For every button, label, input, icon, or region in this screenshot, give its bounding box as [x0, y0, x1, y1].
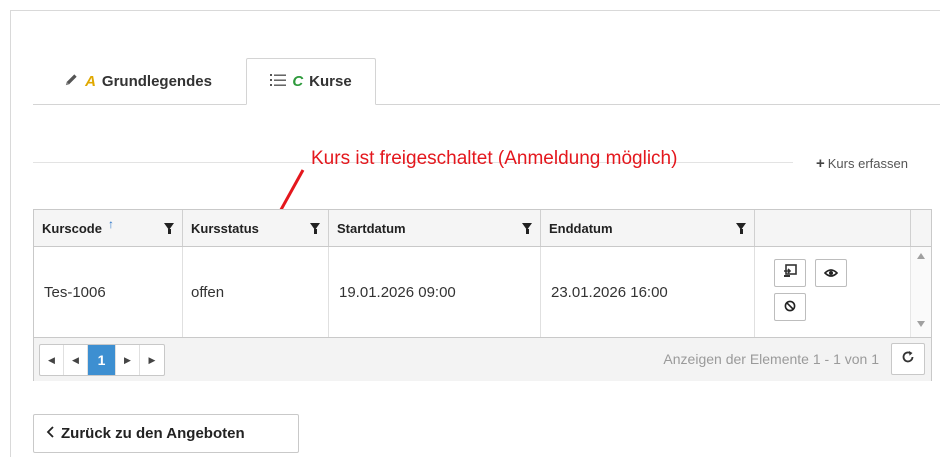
column-header-startdatum[interactable]: Startdatum [329, 210, 541, 246]
column-header-kursstatus[interactable]: Kursstatus [183, 210, 329, 246]
pager-buttons: ◀︎ ◀ 1 ▶ ▶︎ [39, 344, 165, 376]
tab-badge-a: A [85, 73, 96, 90]
disable-button[interactable] [774, 293, 806, 321]
annotation-text: Kurs ist freigeschaltet (Anmeldung mögli… [311, 148, 678, 169]
prev-page-icon: ◀ [72, 354, 79, 365]
frame-top-border [10, 10, 940, 11]
column-header-actions [755, 210, 911, 246]
column-header-kurscode[interactable]: Kurscode ↑ [34, 210, 183, 246]
next-page-icon: ▶ [124, 354, 131, 365]
tab-bar: A Grundlegendes C Kurse [33, 58, 940, 105]
scroll-down-icon[interactable] [917, 321, 925, 327]
column-label: Kurscode [42, 220, 102, 236]
plus-icon: + [816, 155, 825, 172]
tab-label: Kurse [309, 73, 352, 90]
column-label: Startdatum [337, 220, 406, 236]
first-page-button[interactable]: ◀︎ [40, 345, 64, 375]
cell-startdatum: 19.01.2026 09:00 [329, 247, 541, 337]
back-button-label: Zurück zu den Angeboten [61, 425, 245, 442]
last-page-button[interactable]: ▶︎ [140, 345, 164, 375]
cell-enddatum: 23.01.2026 16:00 [541, 247, 755, 337]
add-course-label: Kurs erfassen [827, 156, 908, 171]
eye-icon [823, 265, 839, 282]
tab-grundlegendes[interactable]: A Grundlegendes [33, 58, 243, 105]
vertical-scrollbar[interactable] [910, 247, 931, 337]
filter-icon[interactable] [522, 223, 532, 234]
cell-kursstatus: offen [183, 247, 329, 337]
tab-label: Grundlegendes [101, 73, 212, 90]
scroll-up-icon[interactable] [917, 253, 925, 259]
filter-icon[interactable] [310, 223, 320, 234]
sort-ascending-icon: ↑ [107, 217, 114, 231]
last-page-icon: ▶︎ [148, 354, 156, 365]
add-course-link[interactable]: + Kurs erfassen [816, 155, 908, 172]
login-button[interactable] [774, 259, 806, 287]
cell-actions [755, 247, 911, 337]
next-page-button[interactable]: ▶ [116, 345, 140, 375]
filter-icon[interactable] [164, 223, 174, 234]
login-icon [783, 264, 797, 282]
page-button[interactable]: 1 [88, 345, 116, 375]
tab-kurse[interactable]: C Kurse [246, 58, 376, 105]
frame-left-border [10, 10, 11, 457]
view-button[interactable] [815, 259, 847, 287]
list-icon [270, 73, 287, 91]
first-page-icon: ◀︎ [48, 354, 55, 365]
back-to-offers-button[interactable]: Zurück zu den Angeboten [33, 414, 299, 453]
tab-badge-c: C [292, 73, 304, 90]
refresh-button[interactable] [891, 343, 925, 375]
column-label: Kursstatus [191, 220, 259, 236]
column-label: Enddatum [549, 220, 613, 236]
pager: ◀︎ ◀ 1 ▶ ▶︎ Anzeigen der Elemente 1 - 1 … [34, 337, 931, 381]
disable-icon [784, 299, 796, 316]
refresh-icon [901, 350, 915, 369]
cell-kurscode: Tes-1006 [34, 247, 183, 337]
column-header-enddatum[interactable]: Enddatum [541, 210, 755, 246]
prev-page-button[interactable]: ◀ [64, 345, 88, 375]
pencil-icon [64, 72, 79, 91]
pager-info: Anzeigen der Elemente 1 - 1 von 1 [663, 351, 879, 367]
grid-header: Kurscode ↑ Kursstatus Startdatum Enddatu… [34, 210, 931, 247]
chevron-left-icon [46, 425, 55, 442]
grid-body: Tes-1006 offen 19.01.2026 09:00 23.01.20… [34, 247, 931, 337]
courses-grid: Kurscode ↑ Kursstatus Startdatum Enddatu… [33, 209, 932, 381]
filter-icon[interactable] [736, 223, 746, 234]
